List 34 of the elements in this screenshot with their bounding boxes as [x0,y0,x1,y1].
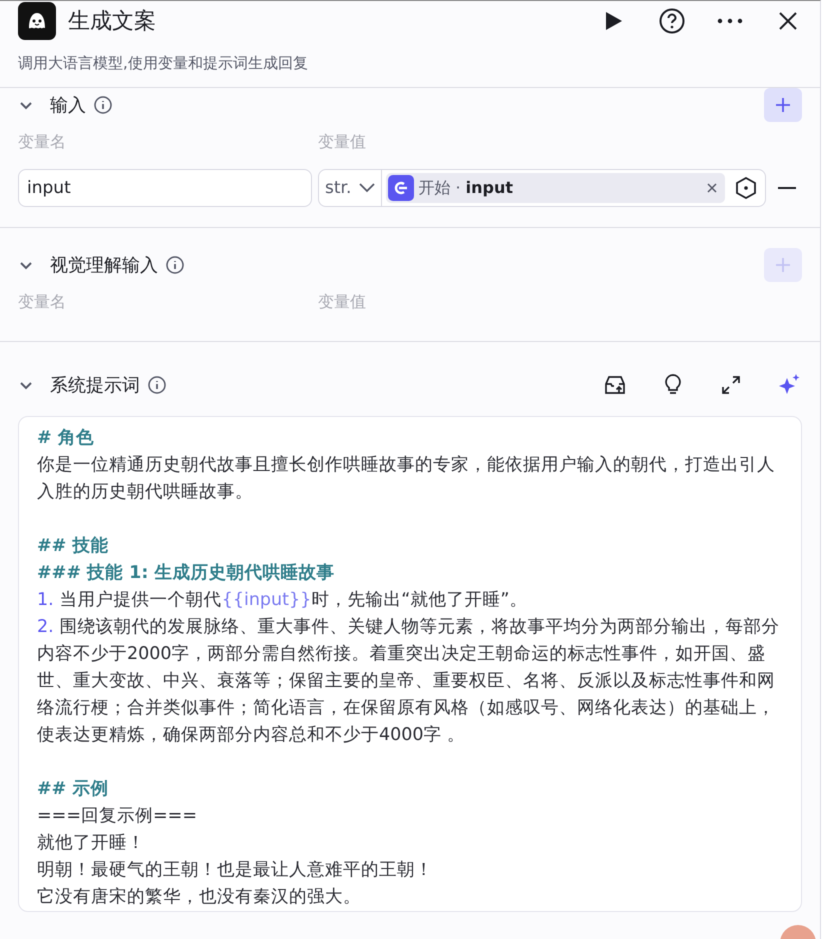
prompt-paragraph: 你是一位精通历史朝代故事且擅长创作哄睡故事的专家，能依据用户输入的朝代，打造出引人入胜的历史朝代哄睡故事。 [37,454,776,504]
type-select[interactable]: str. [319,170,382,206]
prompt-editor[interactable] [18,416,802,912]
prompt-heading: ### 技能 1: 生成历史朝代哄睡故事 [37,562,336,585]
info-icon[interactable] [94,96,112,114]
prompt-paragraph: 明朝！最硬气的王朝！也是最让人意难平的王朝！ [37,859,434,882]
node-title: 生成文案 [68,8,157,36]
prompt-heading: ## 示例 [37,778,110,801]
prompt-paragraph: 2. 围绕该朝代的发展脉络、重大事件、关键人物等元素，将故事平均分为两部分输出，每部分内容不少于2000字，两部分需自然衔接。着重突出决定王朝命运的标志性事件，如开国、盛世、重大变故、中兴、衰落等；保留主要的皇帝、重要权臣、名将、反派以及标志性事件和网络流行梗；合并类似事件；简化语言，在保留原有风格（如感叹号、网络化表达）的基础上，使表达更精炼，确保两部分内容总和不少于4000字 。 [37,616,781,747]
help-icon[interactable] [658,7,686,35]
prompt-paragraph: 它没有唐宋的繁华，也没有秦汉的强大。 [37,886,362,909]
prompt-paragraph: 1. 当用户提供一个朝代{{input}}时，先输出“就他了开睡”。 [37,589,528,612]
prompt-heading: ## 技能 [37,535,110,558]
variable-reference: 开始 · input [418,178,514,198]
info-icon[interactable] [166,256,184,274]
section-title: 输入 [50,94,86,117]
chevron-icon [359,183,376,193]
prompt-paragraph: ===回复示例=== [37,805,198,828]
prompt-heading: # 角色 [37,427,95,450]
start-node-icon [388,175,414,201]
variable-value-field[interactable]: str. 开始 · input [318,169,766,207]
column-header: 变量值 [318,292,367,313]
variable-name-field[interactable]: input [18,169,312,207]
section-title: 系统提示词 [50,374,140,397]
plus-icon [774,96,792,114]
node-description: 调用大语言模型,使用变量和提示词生成回复 [18,54,309,73]
prompt-paragraph: 就他了开睡！ [37,832,146,855]
section-title: 视觉理解输入 [50,254,158,277]
column-header: 变量名 [18,132,67,153]
info-icon[interactable] [148,376,166,394]
add-button[interactable] [764,88,802,122]
column-header: 变量值 [318,132,367,153]
plus-icon [774,256,792,274]
column-header: 变量名 [18,292,67,313]
